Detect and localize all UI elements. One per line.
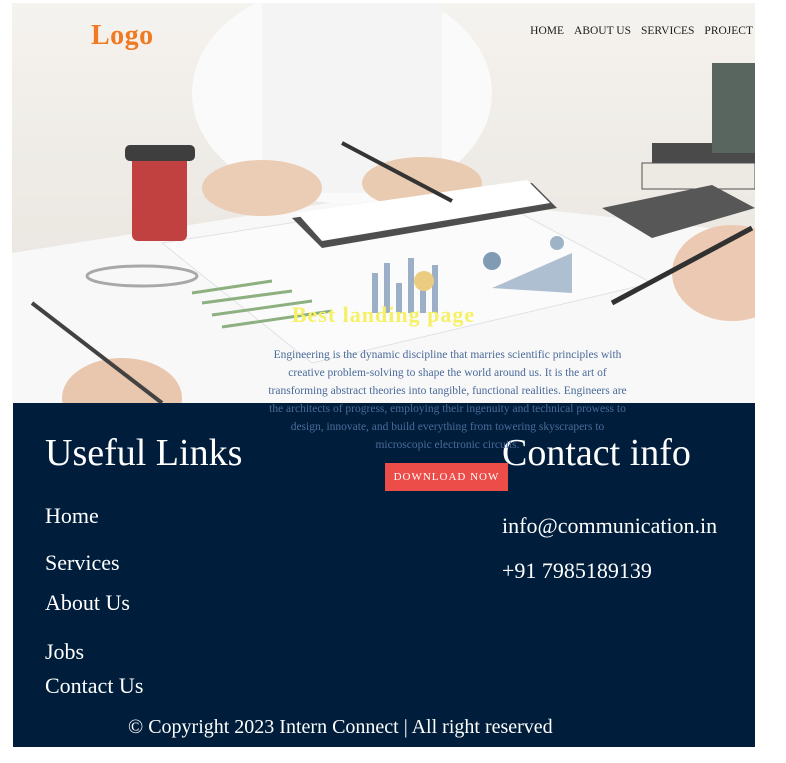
download-now-button[interactable]: DOWNLOAD NOW: [385, 463, 508, 491]
contact-email[interactable]: info@communication.in: [502, 513, 717, 539]
footer-link-contact-us[interactable]: Contact Us: [45, 673, 143, 699]
site-footer: Useful Links Home Services About Us Jobs…: [13, 403, 755, 747]
hero-banner: Logo HOME ABOUT US SERVICES PROJECT: [12, 3, 755, 403]
nav-about-us[interactable]: ABOUT US: [574, 25, 631, 37]
contact-phone[interactable]: +91 7985189139: [502, 558, 652, 584]
copyright-text: © Copyright 2023 Intern Connect | All ri…: [128, 716, 553, 738]
site-logo[interactable]: Logo: [91, 20, 154, 52]
footer-link-about-us[interactable]: About Us: [45, 590, 130, 616]
footer-link-jobs[interactable]: Jobs: [45, 639, 84, 665]
footer-link-services[interactable]: Services: [45, 550, 120, 576]
main-nav: HOME ABOUT US SERVICES PROJECT: [530, 25, 753, 37]
useful-links-heading: Useful Links: [45, 432, 243, 474]
nav-home[interactable]: HOME: [530, 25, 564, 37]
nav-project[interactable]: PROJECT: [704, 25, 753, 37]
hero-background-image: [12, 3, 755, 403]
hero-description: Engineering is the dynamic discipline th…: [268, 349, 627, 451]
nav-services[interactable]: SERVICES: [641, 25, 694, 37]
hero-title: Best landing page: [291, 302, 476, 327]
footer-link-home[interactable]: Home: [45, 503, 99, 529]
